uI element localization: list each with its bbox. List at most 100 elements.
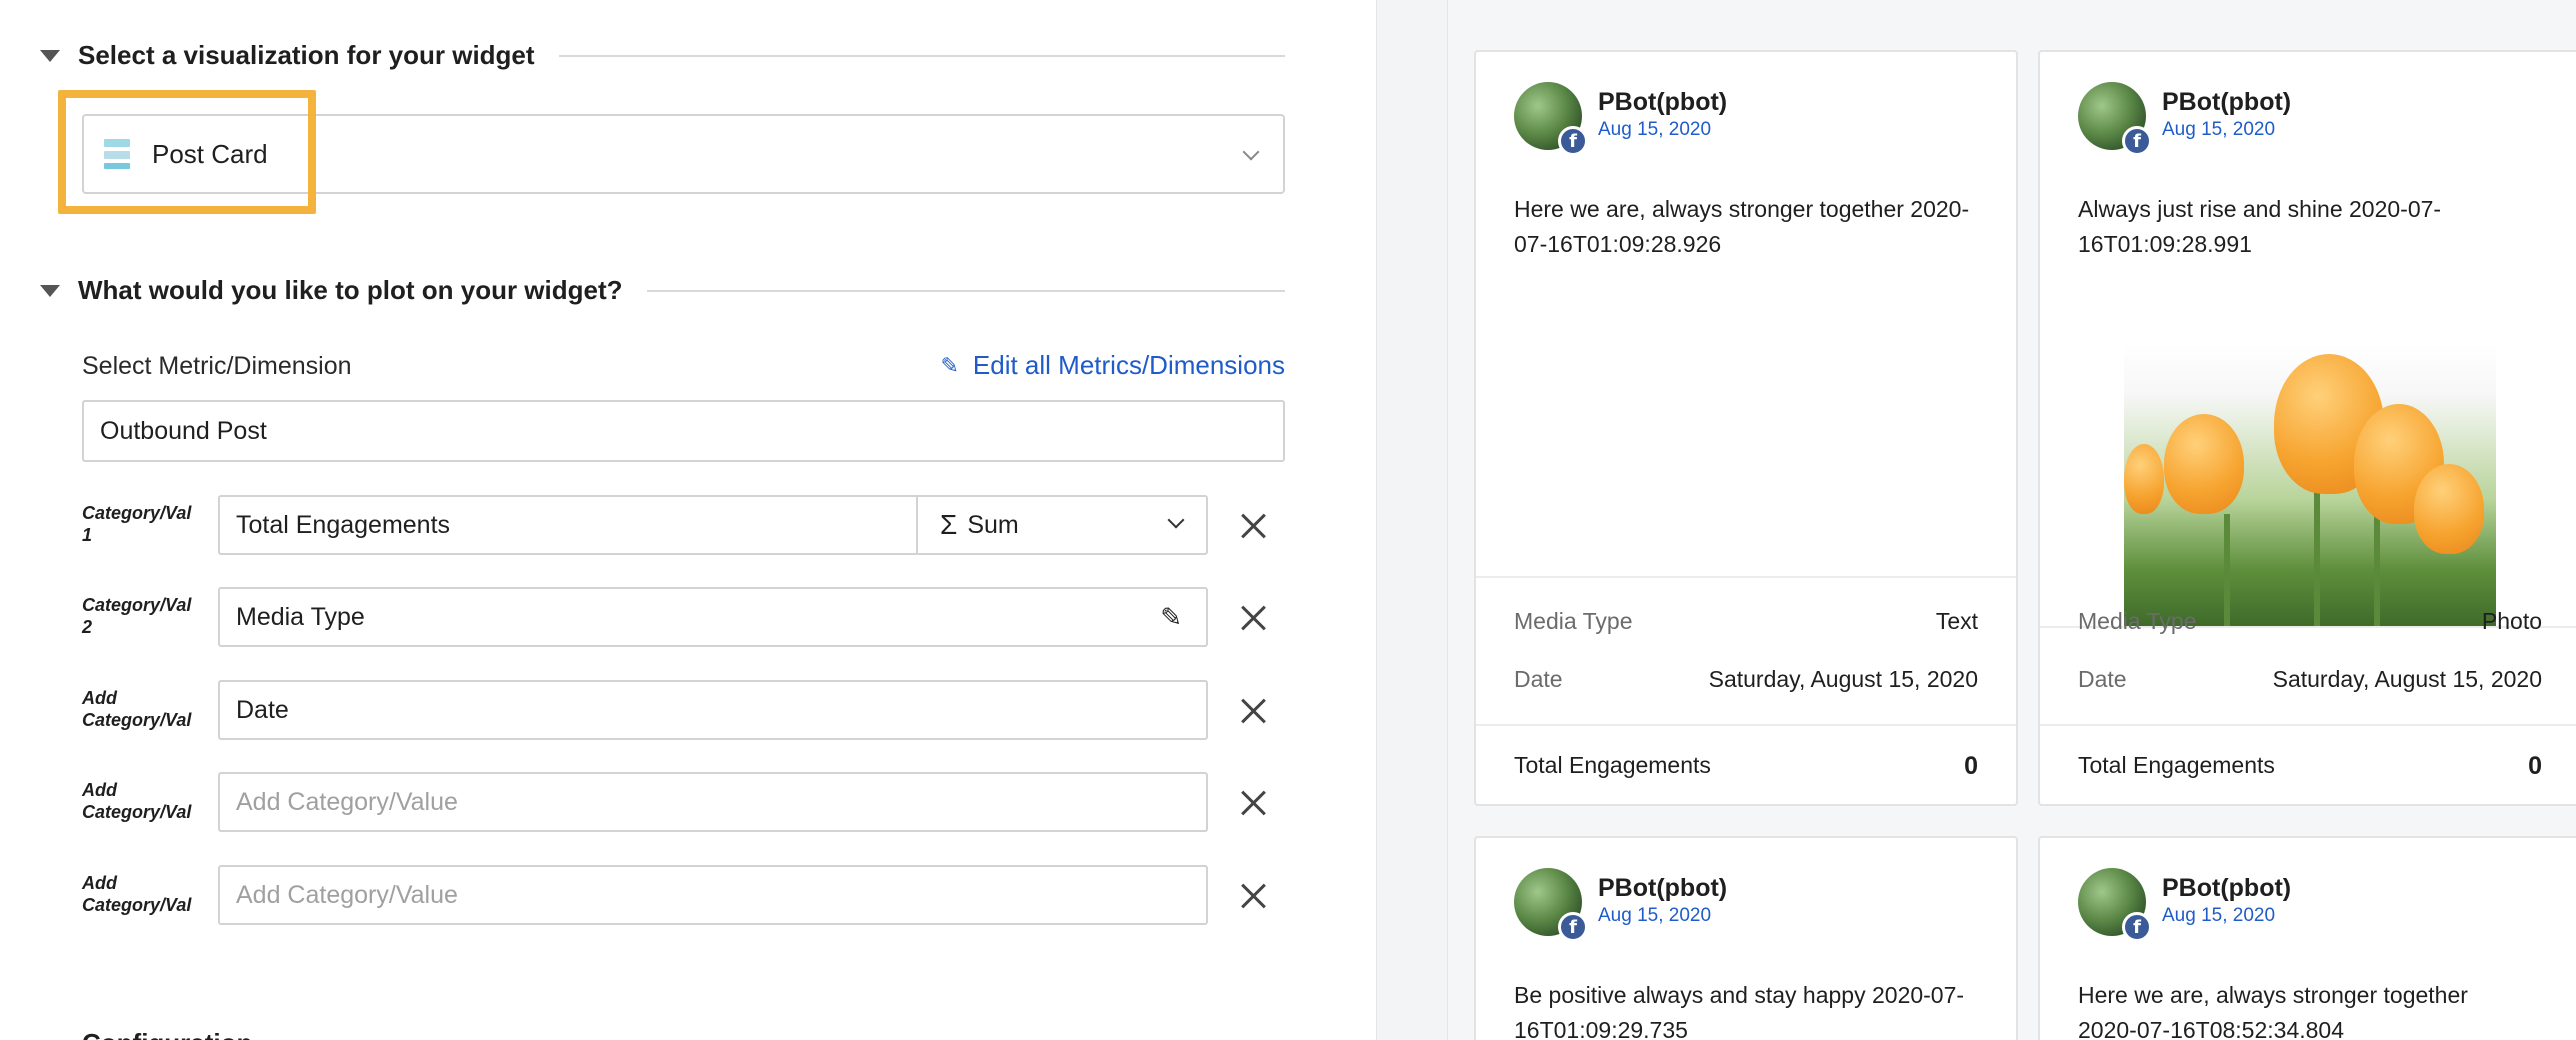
date-label: Date <box>1514 666 1563 692</box>
plot-section-header[interactable]: What would you like to plot on your widg… <box>40 275 1285 306</box>
media-type-row: Media Type Text <box>1514 608 1978 635</box>
row-label-line2: Category/Val <box>82 802 192 822</box>
facebook-icon: f <box>1558 912 1588 942</box>
row-label-3: Add Category/Val <box>82 687 212 731</box>
facebook-icon: f <box>1558 126 1588 156</box>
total-engagements-row: Total Engagements 0 <box>1514 752 1978 781</box>
media-type-row: Media Type Photo <box>2078 608 2542 635</box>
post-card[interactable]: f PBot(pbot) Aug 15, 2020 Always just ri… <box>2038 50 2576 806</box>
avatar: f <box>1514 82 1588 156</box>
media-type-value: Photo <box>2481 608 2542 634</box>
pencil-icon: ✎ <box>940 352 959 378</box>
triangle-down-icon[interactable] <box>40 284 60 297</box>
post-text: Here we are, always stronger together 20… <box>1514 196 1970 257</box>
post-date[interactable]: Aug 15, 2020 <box>2162 119 2291 141</box>
metric-dimension-label: Select Metric/Dimension <box>82 352 352 380</box>
chevron-down-icon[interactable] <box>1243 146 1259 162</box>
author-name: PBot(pbot) <box>1598 874 1728 902</box>
date-value: Saturday, August 15, 2020 <box>1708 666 1978 692</box>
row-label-5: Add Category/Val <box>82 872 212 916</box>
post-text: Always just rise and shine 2020-07-16T01… <box>2078 196 2442 257</box>
aggregation-value: Sum <box>967 510 1019 539</box>
post-photo[interactable] <box>2124 344 2496 626</box>
remove-row-3-close-icon[interactable] <box>1238 695 1268 725</box>
category-value-placeholder: Add Category/Value <box>236 787 458 816</box>
post-card-header: f PBot(pbot) Aug 15, 2020 <box>1514 868 1728 942</box>
widget-preview-panel: f PBot(pbot) Aug 15, 2020 Here we are, a… <box>1448 0 2576 1040</box>
panel-divider <box>1376 0 1448 1040</box>
category-value-field-1[interactable]: Total Engagements Σ Sum <box>218 495 1208 555</box>
facebook-icon: f <box>2122 126 2152 156</box>
category-value-field-2[interactable]: Media Type ✎ <box>218 587 1208 647</box>
remove-row-2-close-icon[interactable] <box>1238 602 1268 632</box>
row-label-line1: Add <box>82 688 117 708</box>
divider <box>2040 724 2576 726</box>
row-label-line1: Category/Val <box>82 503 192 523</box>
media-type-value: Text <box>1935 608 1978 634</box>
post-date[interactable]: Aug 15, 2020 <box>1598 119 1727 141</box>
post-card[interactable]: f PBot(pbot) Aug 15, 2020 Here we are, a… <box>1474 50 2018 806</box>
visualization-section-header[interactable]: Select a visualization for your widget <box>40 40 1285 71</box>
row-label-line2: Category/Val <box>82 895 192 915</box>
divider <box>1476 576 2016 578</box>
post-text: Be positive always and stay happy 2020-0… <box>1514 982 1965 1040</box>
post-card-icon <box>104 139 130 169</box>
author-name: PBot(pbot) <box>1598 88 1728 116</box>
category-value-1: Total Engagements <box>236 510 451 539</box>
row-label-4: Add Category/Val <box>82 779 212 823</box>
post-card-header: f PBot(pbot) Aug 15, 2020 <box>1514 82 1728 156</box>
row-label-1: Category/Val 1 <box>82 502 212 546</box>
post-date[interactable]: Aug 15, 2020 <box>1598 905 1727 927</box>
aggregation-select[interactable]: Σ Sum <box>916 497 1206 553</box>
visualization-section-title: Select a visualization for your widget <box>78 40 535 70</box>
row-label-line2: 1 <box>82 525 93 545</box>
row-label-line1: Add <box>82 873 117 893</box>
category-value-placeholder: Add Category/Value <box>236 880 458 909</box>
total-engagements-value: 0 <box>2528 752 2542 780</box>
post-card[interactable]: f PBot(pbot) Aug 15, 2020 Here we are, a… <box>2038 836 2576 1040</box>
category-value-field-3[interactable]: Date <box>218 680 1208 740</box>
date-row: Date Saturday, August 15, 2020 <box>2078 666 2542 693</box>
configuration-section-title: Configuration <box>82 1028 252 1040</box>
chevron-down-icon <box>1170 514 1184 528</box>
author-name: PBot(pbot) <box>2162 874 2292 902</box>
row-label-line2: 2 <box>82 617 93 637</box>
edit-all-metrics-link[interactable]: ✎ Edit all Metrics/Dimensions <box>940 350 1285 381</box>
section-divider <box>558 54 1285 57</box>
category-value-field-4[interactable]: Add Category/Value <box>218 772 1208 832</box>
remove-row-4-close-icon[interactable] <box>1238 787 1268 817</box>
row-label-line1: Add <box>82 780 117 800</box>
author-name: PBot(pbot) <box>2162 88 2292 116</box>
widget-config-panel: Select a visualization for your widget P… <box>0 0 1376 1040</box>
remove-row-1-close-icon[interactable] <box>1238 510 1268 540</box>
metric-dimension-select[interactable]: Outbound Post <box>82 400 1285 462</box>
total-engagements-value: 0 <box>1964 752 1978 780</box>
post-card-header: f PBot(pbot) Aug 15, 2020 <box>2078 82 2292 156</box>
post-card-header: f PBot(pbot) Aug 15, 2020 <box>2078 868 2292 942</box>
edit-all-metrics-label: Edit all Metrics/Dimensions <box>972 350 1285 380</box>
date-label: Date <box>2078 666 2127 692</box>
avatar: f <box>1514 868 1588 942</box>
visualization-select[interactable]: Post Card <box>82 114 1285 194</box>
visualization-select-value: Post Card <box>152 138 268 169</box>
metric-dimension-value: Outbound Post <box>100 416 267 445</box>
avatar: f <box>2078 82 2152 156</box>
avatar: f <box>2078 868 2152 942</box>
total-engagements-row: Total Engagements 0 <box>2078 752 2542 781</box>
total-engagements-label: Total Engagements <box>2078 752 2275 778</box>
section-divider <box>646 289 1285 292</box>
divider <box>1476 724 2016 726</box>
triangle-down-icon[interactable] <box>40 49 60 62</box>
post-text: Here we are, always stronger together 20… <box>2078 982 2468 1040</box>
media-type-label: Media Type <box>2078 608 2197 634</box>
pencil-icon[interactable]: ✎ <box>1160 602 1182 633</box>
post-date[interactable]: Aug 15, 2020 <box>2162 905 2291 927</box>
remove-row-5-close-icon[interactable] <box>1238 880 1268 910</box>
total-engagements-label: Total Engagements <box>1514 752 1711 778</box>
category-value-field-5[interactable]: Add Category/Value <box>218 865 1208 925</box>
date-value: Saturday, August 15, 2020 <box>2272 666 2542 692</box>
post-card[interactable]: f PBot(pbot) Aug 15, 2020 Be positive al… <box>1474 836 2018 1040</box>
row-label-line1: Category/Val <box>82 595 192 615</box>
plot-section-title: What would you like to plot on your widg… <box>78 275 623 305</box>
media-type-label: Media Type <box>1514 608 1633 634</box>
